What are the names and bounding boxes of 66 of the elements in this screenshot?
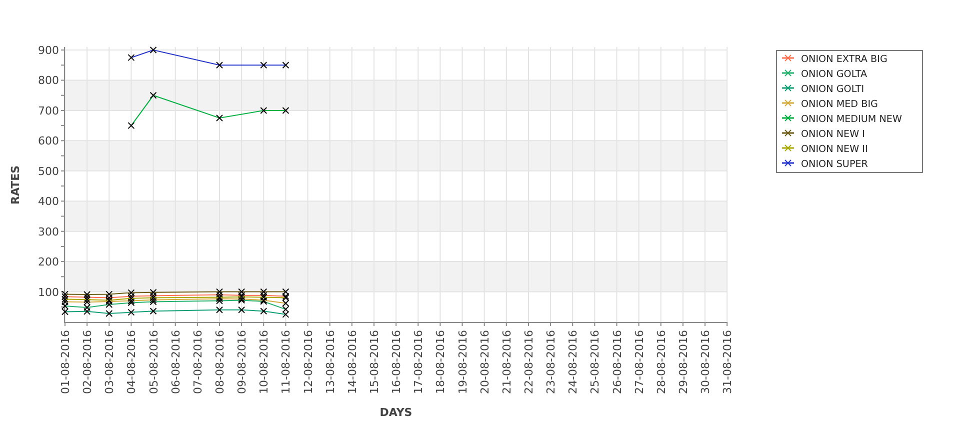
x-tick-label: 12-08-2016 <box>302 330 315 394</box>
y-tick-label: 300 <box>38 225 59 238</box>
point-marker <box>150 92 157 99</box>
x-tick-label: 19-08-2016 <box>456 330 470 394</box>
point-marker <box>260 62 268 69</box>
legend-label: ONION NEW I <box>801 129 865 140</box>
x-tick-label: 25-08-2016 <box>588 330 602 394</box>
point-marker <box>216 114 223 122</box>
point-marker <box>216 62 223 69</box>
x-tick-label: 11-08-2016 <box>280 330 293 394</box>
point-marker <box>150 308 157 315</box>
x-tick-label: 20-08-2016 <box>478 330 492 394</box>
x-tick-label: 04-08-2016 <box>125 330 138 394</box>
point-marker <box>260 106 268 114</box>
x-tick-label: 09-08-2016 <box>236 330 249 394</box>
legend-label: ONION MEDIUM NEW <box>801 114 902 125</box>
x-tick-label: 28-08-2016 <box>654 330 668 394</box>
x-tick-label: 07-08-2016 <box>191 330 204 394</box>
y-tick-label: 700 <box>38 104 59 118</box>
x-tick-label: 16-08-2016 <box>390 330 404 394</box>
x-tick-label: 02-08-2016 <box>81 330 94 394</box>
x-tick-label: 23-08-2016 <box>544 330 558 394</box>
x-tick-label: 29-08-2016 <box>676 330 690 394</box>
x-tick-label: 17-08-2016 <box>412 330 426 394</box>
y-tick-label: 800 <box>38 74 59 88</box>
x-tick-label: 26-08-2016 <box>610 330 624 394</box>
legend-label: ONION NEW II <box>801 144 868 155</box>
x-tick-label: 18-08-2016 <box>434 330 448 394</box>
legend-label: ONION EXTRA BIG <box>801 54 888 65</box>
y-tick-label: 900 <box>38 44 59 58</box>
x-tick-label: 22-08-2016 <box>522 330 536 394</box>
y-tick-label: 200 <box>38 256 59 269</box>
x-tick-label: 08-08-2016 <box>214 330 226 394</box>
legend-label: ONION SUPER <box>801 159 868 170</box>
x-tick-label: 15-08-2016 <box>368 330 381 394</box>
legend-label: ONION MED BIG <box>801 99 878 110</box>
point-marker <box>128 54 135 62</box>
legend-label: ONION GOLTI <box>801 84 864 95</box>
point-marker <box>282 106 290 114</box>
x-tick-label: 31-08-2016 <box>721 330 734 394</box>
point-marker <box>238 306 246 314</box>
x-tick-label: 27-08-2016 <box>632 330 646 394</box>
x-tick-label: 14-08-2016 <box>346 330 359 394</box>
point-marker <box>282 62 290 69</box>
x-tick-label: 01-08-2016 <box>59 330 72 394</box>
x-tick-label: 10-08-2016 <box>258 330 271 394</box>
x-tick-label: 30-08-2016 <box>699 330 712 394</box>
point-marker <box>260 308 268 315</box>
y-tick-label: 600 <box>38 134 59 148</box>
point-marker <box>128 308 135 316</box>
y-tick-label: 100 <box>38 286 59 299</box>
y-tick-label: 400 <box>38 195 59 208</box>
y-axis-title: RATES <box>9 165 22 205</box>
y-tick-label: 500 <box>38 164 59 178</box>
point-marker <box>106 310 113 318</box>
x-tick-label: 06-08-2016 <box>169 330 182 394</box>
x-axis-title: DAYS <box>380 406 412 419</box>
point-marker <box>128 122 135 130</box>
point-marker <box>216 306 223 314</box>
legend-label: ONION GOLTA <box>801 69 868 80</box>
x-tick-label: 13-08-2016 <box>324 330 337 394</box>
x-tick-label: 21-08-2016 <box>500 330 514 394</box>
x-tick-label: 05-08-2016 <box>147 330 160 394</box>
x-tick-label: 24-08-2016 <box>566 330 580 394</box>
x-tick-label: 03-08-2016 <box>103 330 116 394</box>
point-marker <box>150 46 157 54</box>
